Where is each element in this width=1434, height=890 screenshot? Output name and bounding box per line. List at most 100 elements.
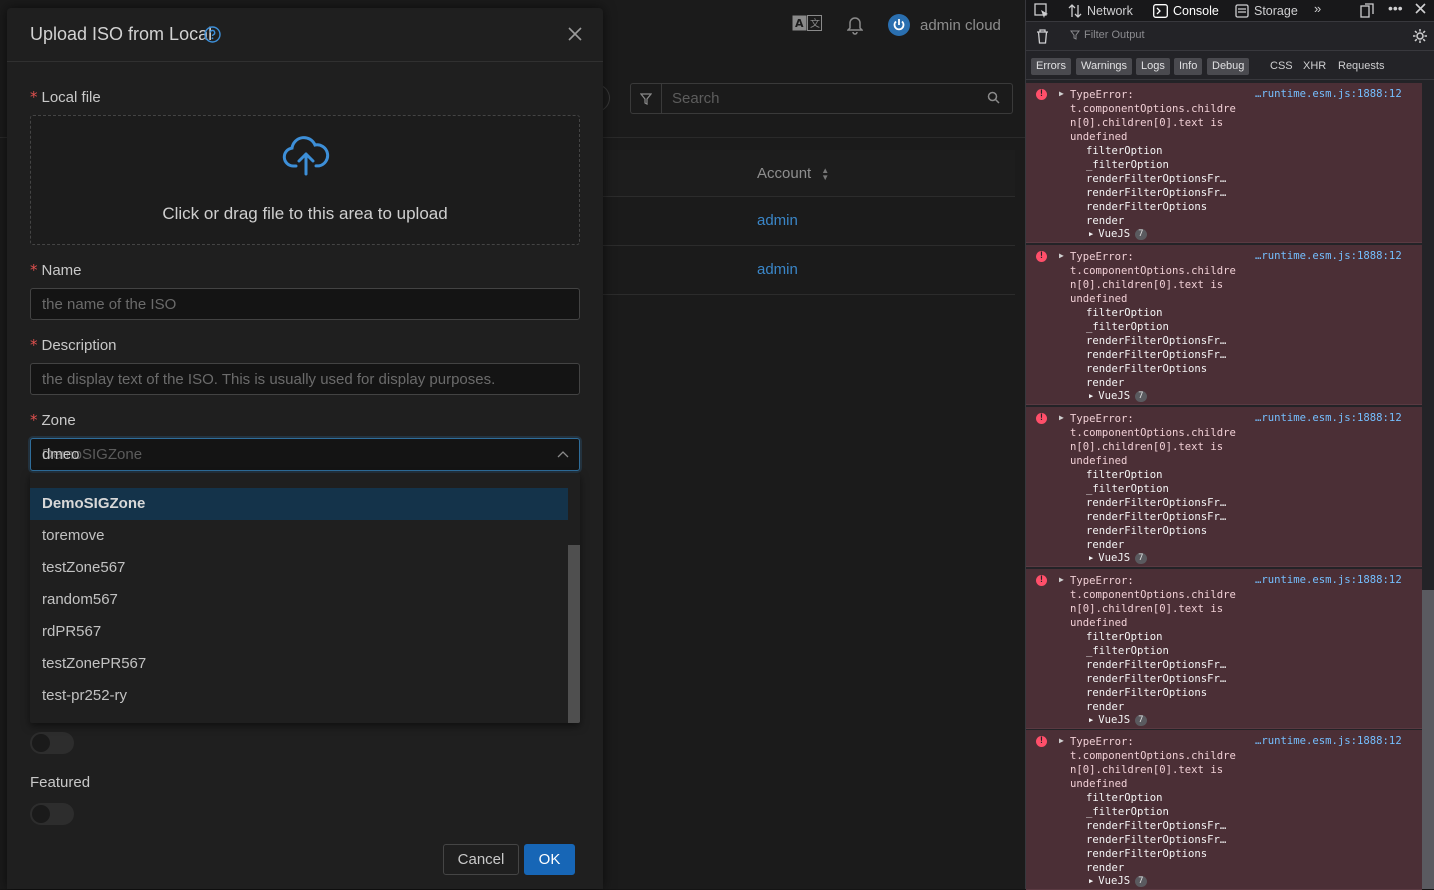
dropzone-text: Click or drag file to this area to uploa… (162, 204, 448, 223)
dropdown-option[interactable]: toremove (30, 520, 568, 552)
zone-label: * Zone (30, 411, 76, 429)
zone-search-text[interactable]: dmeo (42, 446, 80, 463)
more-tabs-icon[interactable]: » (1314, 1, 1321, 16)
dock-icon[interactable] (1360, 3, 1374, 21)
description-label: * Description (30, 336, 117, 354)
expand-arrow-icon[interactable]: ▶ (1059, 575, 1064, 584)
local-file-label: * Local file (30, 88, 101, 106)
error-icon: ! (1036, 413, 1047, 424)
filter-xhr[interactable]: XHR (1303, 60, 1326, 72)
account-link[interactable]: admin (757, 212, 798, 229)
column-account[interactable]: Account ▲ ▼ (757, 165, 829, 182)
expand-arrow-icon[interactable]: ▶ (1089, 392, 1093, 400)
category-debug[interactable]: Debug (1207, 58, 1250, 75)
table-row: admin (600, 246, 1015, 295)
console-error-entry[interactable]: ! ▶ TypeError: t.componentOptions.childre … (1026, 569, 1422, 729)
ok-button[interactable]: OK (524, 844, 575, 875)
expand-arrow-icon[interactable]: ▶ (1059, 413, 1064, 422)
error-source-link[interactable]: …runtime.esm.js:1888:12 (1255, 574, 1402, 586)
more-options-icon[interactable]: ••• (1388, 0, 1403, 16)
error-source-link[interactable]: …runtime.esm.js:1888:12 (1255, 88, 1402, 100)
group-count: 7 (1135, 390, 1147, 402)
error-icon: ! (1036, 575, 1047, 586)
name-label: * Name (30, 261, 82, 279)
stack-group[interactable]: ▶ VueJS 7 (1089, 390, 1147, 402)
filter-output-input[interactable]: Filter Output (1070, 29, 1145, 41)
name-input[interactable] (30, 288, 580, 320)
cancel-button[interactable]: Cancel (443, 844, 519, 875)
tab-network[interactable]: Network (1068, 0, 1133, 21)
console-error-entry[interactable]: ! ▶ TypeError: t.componentOptions.childre … (1026, 83, 1422, 243)
description-input[interactable] (30, 363, 580, 395)
expand-arrow-icon[interactable]: ▶ (1059, 251, 1064, 260)
sort-icon[interactable]: ▲ ▼ (821, 166, 829, 181)
console-icon (1153, 3, 1168, 18)
funnel-icon (1070, 30, 1080, 40)
table-header: Account ▲ ▼ (600, 150, 1015, 197)
account-link[interactable]: admin (757, 261, 798, 278)
error-source-link[interactable]: …runtime.esm.js:1888:12 (1255, 735, 1402, 747)
dropdown-option[interactable]: testZone567 (30, 552, 568, 584)
question-circle-icon[interactable] (204, 26, 221, 48)
expand-arrow-icon[interactable]: ▶ (1059, 736, 1064, 745)
stack-group[interactable]: ▶ VueJS 7 (1089, 875, 1147, 887)
element-picker-icon[interactable] (1034, 3, 1050, 22)
zone-select[interactable]: DemoSIGZone dmeo (30, 438, 580, 471)
zone-dropdown: DemoSIGZone toremove testZone567 random5… (30, 473, 580, 723)
close-icon[interactable] (568, 27, 582, 46)
user-menu[interactable]: admin cloud (888, 14, 1001, 36)
dropdown-option[interactable]: testZonePR567 (30, 648, 568, 680)
expand-arrow-icon[interactable]: ▶ (1059, 89, 1064, 98)
dropdown-scrollbar[interactable] (568, 473, 580, 723)
toggle-switch[interactable] (30, 732, 74, 754)
gear-icon[interactable] (1412, 28, 1428, 47)
power-icon (893, 19, 905, 31)
filter-button[interactable] (630, 83, 662, 114)
console-scrollbar[interactable] (1422, 590, 1434, 889)
tab-storage[interactable]: Storage (1235, 0, 1298, 21)
svg-text:文: 文 (810, 17, 820, 30)
stack-group[interactable]: ▶ VueJS 7 (1089, 552, 1147, 564)
featured-toggle[interactable] (30, 803, 74, 825)
filter-css[interactable]: CSS (1270, 60, 1293, 72)
stack-group[interactable]: ▶ VueJS 7 (1089, 228, 1147, 240)
group-count: 7 (1135, 714, 1147, 726)
filter-requests[interactable]: Requests (1338, 60, 1384, 72)
avatar (888, 14, 910, 36)
devtools-tabs: Network Console Storage » ••• (1026, 0, 1434, 22)
error-source-link[interactable]: …runtime.esm.js:1888:12 (1255, 250, 1402, 262)
translate-icon[interactable]: A文 (792, 15, 822, 36)
bell-icon[interactable] (846, 17, 864, 40)
category-info[interactable]: Info (1174, 58, 1203, 75)
chevron-up-icon[interactable] (557, 448, 569, 466)
expand-arrow-icon[interactable]: ▶ (1089, 877, 1093, 885)
error-message: TypeError: t.componentOptions.childre n[… (1070, 413, 1236, 467)
error-source-link[interactable]: …runtime.esm.js:1888:12 (1255, 412, 1402, 424)
trash-icon[interactable] (1036, 29, 1049, 47)
close-devtools-icon[interactable] (1415, 2, 1426, 17)
category-logs[interactable]: Logs (1136, 58, 1170, 75)
error-message: TypeError: t.componentOptions.childre n[… (1070, 89, 1236, 143)
dropdown-option[interactable]: DemoSIGZone (30, 488, 568, 520)
dropdown-scroll-thumb[interactable] (568, 545, 580, 723)
search-input[interactable]: Search (661, 83, 1013, 114)
expand-arrow-icon[interactable]: ▶ (1089, 554, 1093, 562)
tab-console[interactable]: Console (1153, 0, 1219, 21)
dropdown-option[interactable]: random567 (30, 584, 568, 616)
dropdown-option[interactable]: rdPR567 (30, 616, 568, 648)
cloud-upload-icon (281, 136, 331, 181)
modal-title: Upload ISO from Local (30, 24, 213, 44)
expand-arrow-icon[interactable]: ▶ (1089, 716, 1093, 724)
console-error-entry[interactable]: ! ▶ TypeError: t.componentOptions.childre … (1026, 730, 1422, 890)
stack-group[interactable]: ▶ VueJS 7 (1089, 714, 1147, 726)
upload-dropzone[interactable]: Click or drag file to this area to uploa… (30, 115, 580, 245)
category-errors[interactable]: Errors (1031, 58, 1071, 75)
console-error-entry[interactable]: ! ▶ TypeError: t.componentOptions.childre … (1026, 245, 1422, 405)
expand-arrow-icon[interactable]: ▶ (1089, 230, 1093, 238)
search-icon[interactable] (987, 91, 1000, 108)
group-count: 7 (1135, 875, 1147, 887)
console-error-entry[interactable]: ! ▶ TypeError: t.componentOptions.childre … (1026, 407, 1422, 567)
category-warnings[interactable]: Warnings (1076, 58, 1133, 75)
dropdown-option[interactable]: test-pr252-ry (30, 680, 568, 712)
upload-iso-modal: Upload ISO from Local * Local file Click … (7, 8, 603, 889)
